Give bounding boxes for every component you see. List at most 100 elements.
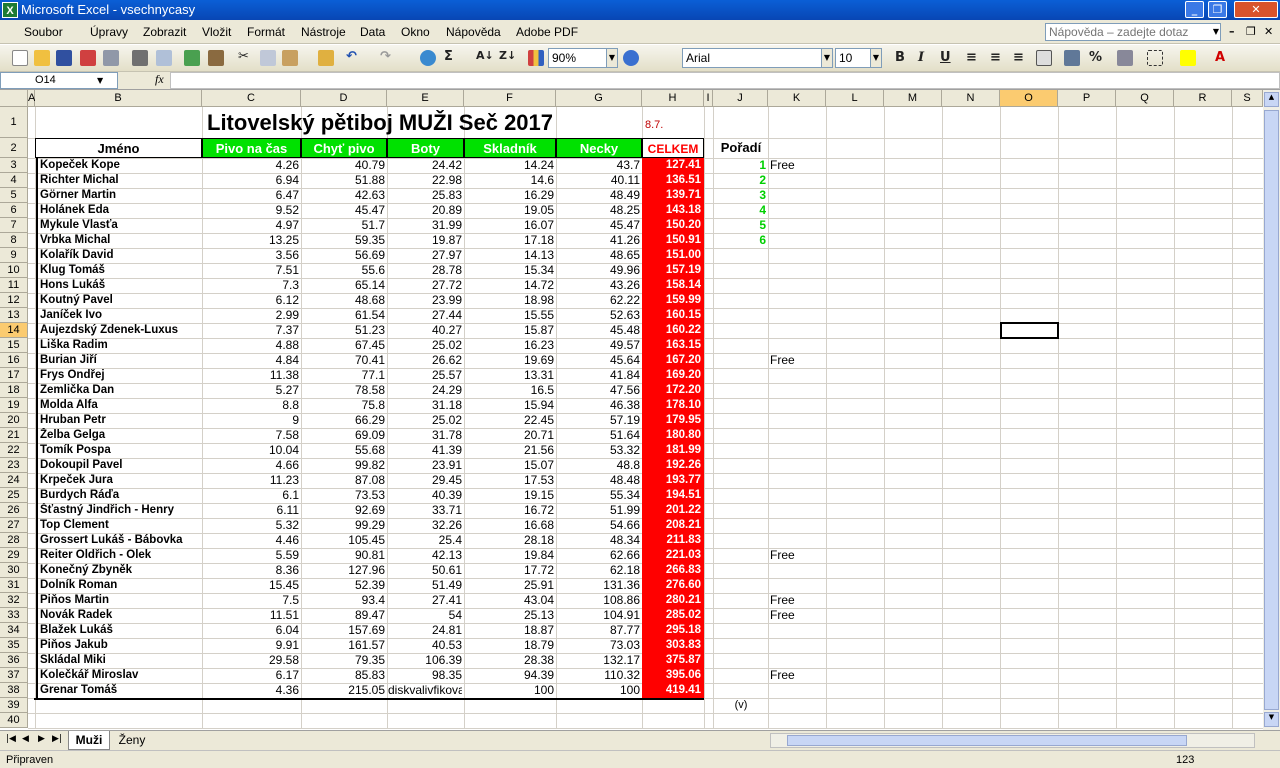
row-header[interactable]: 3 (0, 158, 28, 173)
align-right-icon[interactable]: ≡ (1013, 50, 1024, 65)
score-c[interactable]: 10.04 (203, 443, 299, 458)
score-e[interactable]: 20.89 (388, 203, 462, 218)
score-g[interactable]: 108.86 (557, 593, 640, 608)
total-celkem[interactable]: 151.00 (642, 248, 704, 263)
column-header[interactable]: F (464, 90, 556, 107)
column-header[interactable]: L (826, 90, 884, 107)
player-name[interactable]: Krpeček Jura (36, 473, 202, 488)
row-header[interactable]: 37 (0, 668, 28, 683)
score-g[interactable]: 46.38 (557, 398, 640, 413)
player-name[interactable]: Šťastný Jindřich - Henry (36, 503, 202, 518)
row-header[interactable]: 24 (0, 473, 28, 488)
fill-color-icon[interactable] (1180, 50, 1196, 66)
score-f[interactable]: 16.72 (465, 503, 554, 518)
autosum-icon[interactable]: Σ (444, 49, 453, 64)
total-celkem[interactable]: 150.91 (642, 233, 704, 248)
row-header[interactable]: 25 (0, 488, 28, 503)
copy-icon[interactable] (260, 50, 276, 66)
print-icon[interactable] (132, 50, 148, 66)
score-g[interactable]: 47.56 (557, 383, 640, 398)
scroll-down-icon[interactable]: ▼ (1264, 712, 1279, 727)
column-header[interactable]: M (884, 90, 942, 107)
doc-restore-button[interactable]: ❐ (1246, 25, 1256, 38)
total-celkem[interactable]: 211.83 (642, 533, 704, 548)
row-header[interactable]: 2 (0, 138, 28, 158)
player-name[interactable]: Frys Ondřej (36, 368, 202, 383)
sort-ascending-icon[interactable]: A↓ (476, 49, 494, 62)
column-header[interactable]: S (1232, 90, 1263, 107)
total-celkem[interactable]: 180.80 (642, 428, 704, 443)
score-f[interactable]: 18.79 (465, 638, 554, 653)
research-icon[interactable] (208, 50, 224, 66)
score-g[interactable]: 45.64 (557, 353, 640, 368)
rank-value[interactable]: 5 (713, 218, 766, 233)
score-f[interactable]: 18.98 (465, 293, 554, 308)
column-header[interactable]: D (301, 90, 387, 107)
score-d[interactable]: 40.79 (302, 158, 385, 173)
score-d[interactable]: 45.47 (302, 203, 385, 218)
chevron-down-icon[interactable]: ▼ (606, 48, 618, 68)
total-celkem[interactable]: 172.20 (642, 383, 704, 398)
score-g[interactable]: 62.18 (557, 563, 640, 578)
row-header[interactable]: 27 (0, 518, 28, 533)
total-celkem[interactable]: 178.10 (642, 398, 704, 413)
score-e[interactable]: 31.18 (388, 398, 462, 413)
row-header[interactable]: 31 (0, 578, 28, 593)
score-e[interactable]: 24.81 (388, 623, 462, 638)
score-c[interactable]: 15.45 (203, 578, 299, 593)
score-c[interactable]: 7.3 (203, 278, 299, 293)
score-e[interactable]: 25.57 (388, 368, 462, 383)
score-e[interactable]: 27.44 (388, 308, 462, 323)
header-jmeno[interactable]: Jméno (35, 138, 202, 158)
total-celkem[interactable]: 419.41 (642, 683, 704, 698)
score-e[interactable]: 24.42 (388, 158, 462, 173)
player-name[interactable]: Konečný Zbyněk (36, 563, 202, 578)
row-header[interactable]: 15 (0, 338, 28, 353)
score-e[interactable]: 40.53 (388, 638, 462, 653)
row-header[interactable]: 9 (0, 248, 28, 263)
score-d[interactable]: 61.54 (302, 308, 385, 323)
paste-icon[interactable] (282, 50, 298, 66)
player-name[interactable]: Grossert Lukáš - Bábovka (36, 533, 202, 548)
player-name[interactable]: Novák Radek (36, 608, 202, 623)
menu-zobrazit[interactable]: Zobrazit (143, 25, 186, 39)
print-preview-icon[interactable] (156, 50, 172, 66)
row-header[interactable]: 32 (0, 593, 28, 608)
score-f[interactable]: 20.71 (465, 428, 554, 443)
column-header[interactable]: K (768, 90, 826, 107)
player-name[interactable]: Hons Lukáš (36, 278, 202, 293)
menu-napoveda[interactable]: Nápověda (446, 25, 501, 39)
score-d[interactable]: 48.68 (302, 293, 385, 308)
player-name[interactable]: Kolečkář Miroslav (36, 668, 202, 683)
total-celkem[interactable]: 150.20 (642, 218, 704, 233)
header-e[interactable]: Boty (387, 138, 464, 158)
score-e[interactable]: 33.71 (388, 503, 462, 518)
chevron-down-icon[interactable]: ▼ (1210, 23, 1222, 41)
column-header[interactable]: C (202, 90, 301, 107)
score-c[interactable]: 4.26 (203, 158, 299, 173)
row-header[interactable]: 38 (0, 683, 28, 698)
score-e[interactable]: 40.39 (388, 488, 462, 503)
score-c[interactable]: 4.46 (203, 533, 299, 548)
score-f[interactable]: 16.07 (465, 218, 554, 233)
player-name[interactable]: Želba Gelga (36, 428, 202, 443)
score-f[interactable]: 22.45 (465, 413, 554, 428)
sheet-title[interactable]: Litovelský pětiboj MUŽI Seč 2017 (207, 109, 627, 137)
scroll-up-icon[interactable]: ▲ (1264, 92, 1279, 107)
score-f[interactable]: 28.18 (465, 533, 554, 548)
score-e[interactable]: 26.62 (388, 353, 462, 368)
score-g[interactable]: 62.66 (557, 548, 640, 563)
score-g[interactable]: 48.48 (557, 473, 640, 488)
score-d[interactable]: 73.53 (302, 488, 385, 503)
total-celkem[interactable]: 157.19 (642, 263, 704, 278)
player-name[interactable]: Richter Michal (36, 173, 202, 188)
header-celkem[interactable]: CELKEM (642, 138, 704, 158)
score-d[interactable]: 90.81 (302, 548, 385, 563)
player-name[interactable]: Blažek Lukáš (36, 623, 202, 638)
score-f[interactable]: 18.87 (465, 623, 554, 638)
score-f[interactable]: 15.07 (465, 458, 554, 473)
score-f[interactable]: 19.05 (465, 203, 554, 218)
score-d[interactable]: 99.29 (302, 518, 385, 533)
rank-value[interactable]: 4 (713, 203, 766, 218)
row-header[interactable]: 28 (0, 533, 28, 548)
